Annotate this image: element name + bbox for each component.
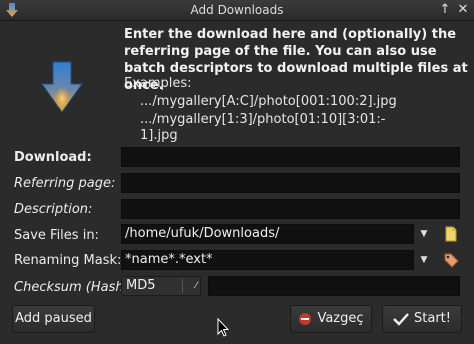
start-button[interactable]: Start!	[382, 305, 462, 333]
chevron-down-icon: ⁄	[195, 281, 197, 291]
close-button[interactable]: ✕	[455, 2, 471, 18]
chevron-down-icon[interactable]: ▼	[415, 224, 433, 244]
add-paused-button[interactable]: Add paused	[12, 305, 95, 333]
cancel-button[interactable]: Vazgeç	[290, 305, 372, 333]
add-downloads-dialog: Add Downloads ↑ ✕ Enter the download her…	[0, 0, 474, 344]
save-files-label: Save Files in:	[14, 228, 99, 243]
checksum-label: Checksum (Hash):	[14, 280, 134, 295]
example-line: .../mygallery[A:C]/photo[001:100:2].jpg	[140, 94, 397, 109]
cancel-label: Vazgeç	[317, 311, 364, 326]
description-input[interactable]	[121, 199, 460, 219]
tag-icon[interactable]	[443, 252, 459, 268]
checksum-input[interactable]	[208, 276, 460, 296]
download-arrow-icon	[41, 61, 83, 113]
download-input[interactable]	[121, 147, 460, 167]
example-line: 1].jpg	[140, 128, 178, 143]
checksum-type-select[interactable]: MD5 ⁄	[121, 276, 201, 296]
save-path-combobox[interactable]: /home/ufuk/Downloads/	[121, 224, 414, 244]
chevron-down-icon[interactable]: ▼	[415, 250, 433, 270]
referring-page-input[interactable]	[121, 173, 460, 193]
window-title: Add Downloads	[190, 3, 284, 17]
description-label: Description:	[14, 202, 93, 217]
example-line: .../mygallery[1:3]/photo[01:10][3:01:-	[140, 112, 386, 127]
add-paused-label: Add paused	[15, 311, 92, 326]
cancel-icon	[299, 312, 312, 325]
divider	[182, 279, 183, 293]
referring-page-label: Referring page:	[14, 176, 116, 191]
renaming-mask-combobox[interactable]: *name*.*ext*	[121, 250, 414, 270]
maximize-button[interactable]: ↑	[437, 2, 453, 18]
checkmark-icon	[393, 312, 409, 326]
examples-label: Examples:	[124, 76, 192, 91]
mouse-cursor-icon	[217, 318, 229, 337]
checksum-type-value: MD5	[126, 278, 156, 293]
folder-icon[interactable]	[443, 226, 459, 242]
renaming-mask-label: Renaming Mask:	[14, 253, 122, 268]
title-bar[interactable]: Add Downloads ↑ ✕	[0, 0, 474, 21]
start-label: Start!	[414, 311, 451, 326]
download-label: Download:	[14, 150, 92, 165]
